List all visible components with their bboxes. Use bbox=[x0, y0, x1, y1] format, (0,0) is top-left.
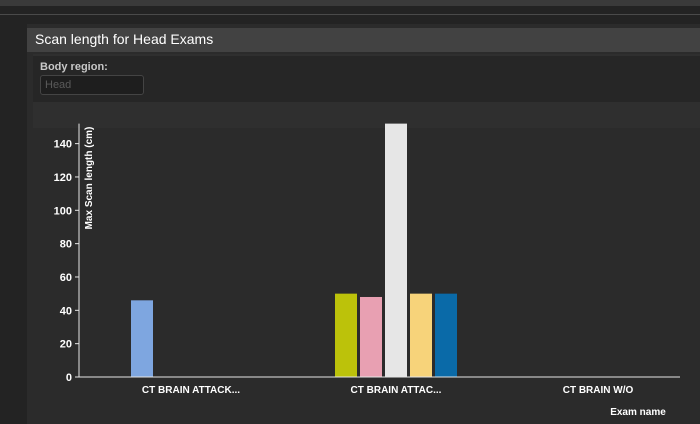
top-divider bbox=[0, 14, 700, 15]
body-region-input[interactable] bbox=[40, 75, 144, 95]
panel-title: Scan length for Head Exams bbox=[35, 31, 214, 47]
top-toolbar-strip bbox=[0, 0, 700, 6]
chart-panel: Scan length for Head Exams Body region: bbox=[27, 24, 700, 424]
filter-bar: Body region: bbox=[33, 56, 700, 102]
filter-area: Body region: bbox=[33, 54, 700, 128]
body-region-label: Body region: bbox=[40, 61, 108, 73]
panel-header: Scan length for Head Exams bbox=[27, 28, 700, 52]
app-window: Scan length for Head Exams Body region: … bbox=[0, 0, 700, 424]
